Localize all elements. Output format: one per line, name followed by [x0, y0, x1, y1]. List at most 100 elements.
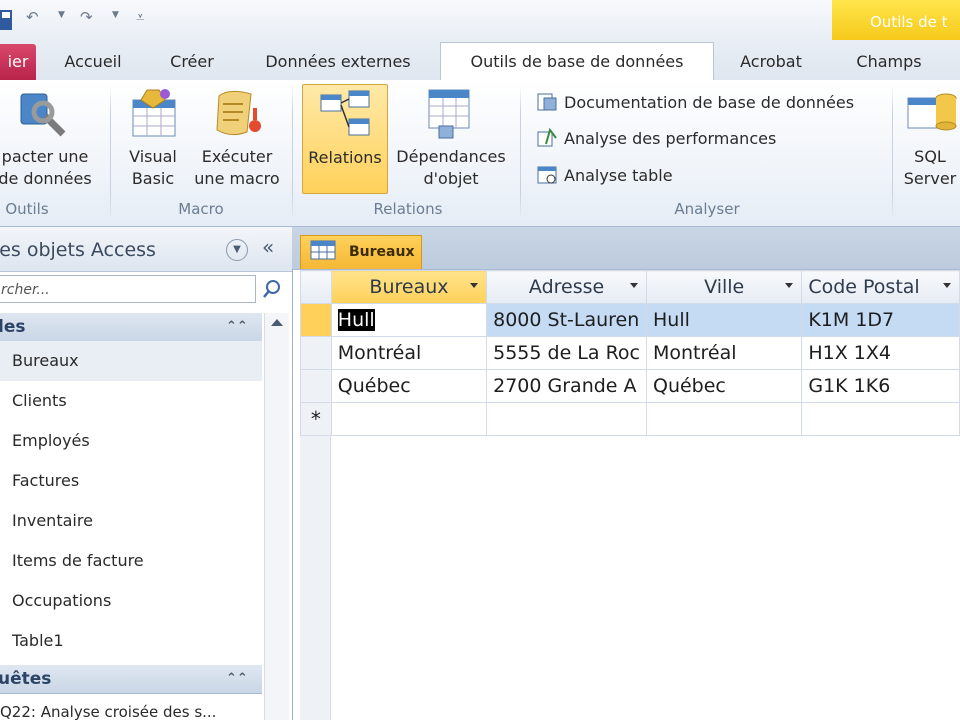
tab-database-tools[interactable]: Outils de base de données — [440, 42, 714, 82]
table-cell[interactable]: G1K 1K6 — [801, 369, 960, 403]
tab-acrobat[interactable]: Acrobat — [730, 48, 812, 80]
redo-dropdown-icon[interactable]: ▼ — [112, 10, 119, 20]
dropdown-arrow-icon[interactable] — [470, 283, 479, 288]
collapse-section-icon[interactable]: ⌃⌃ — [226, 313, 248, 341]
nav-item-query[interactable]: Q22: Analyse croisée des s... — [0, 703, 216, 721]
table-cell[interactable]: 5555 de La Roc — [486, 336, 647, 370]
nav-section-tables[interactable]: les ⌃⌃ — [0, 313, 262, 342]
group-separator — [892, 86, 893, 220]
collapse-pane-icon[interactable]: « — [262, 235, 274, 259]
header-row: Bureaux Adresse Ville Code Postal — [300, 270, 960, 304]
group-label-relations: Relations — [373, 200, 443, 218]
table-cell[interactable] — [801, 402, 960, 436]
context-tab-header[interactable]: Outils de t — [832, 0, 960, 40]
search-input[interactable]: rcher... — [0, 275, 256, 303]
analyze-table-button[interactable]: Analyse table — [536, 163, 673, 189]
table-cell[interactable] — [645, 402, 803, 436]
table-cell[interactable]: 2700 Grande A — [486, 369, 647, 403]
dropdown-arrow-icon[interactable] — [943, 283, 951, 288]
table-icon — [310, 240, 336, 260]
table-cell[interactable]: H1X 1X4 — [801, 336, 960, 370]
row-selector-column — [300, 436, 331, 720]
group-label-macro: Macro — [178, 200, 224, 218]
table-cell[interactable]: Québec — [330, 369, 488, 403]
column-header-ville[interactable]: Ville — [645, 270, 803, 304]
nav-item-occupations[interactable]: Occupations — [12, 591, 111, 610]
navigation-pane-title[interactable]: s les objets Access — [0, 239, 156, 261]
chevron-down-icon[interactable]: ▼ — [226, 239, 248, 261]
collapse-section-icon[interactable]: ⌃⌃ — [226, 665, 248, 693]
datasheet-grid: Bureaux Adresse Ville Code Postal Hull 8… — [300, 270, 960, 436]
object-dependencies-icon — [423, 86, 479, 142]
table-row[interactable]: Montréal 5555 de La Roc Montréal H1X 1X4 — [300, 336, 960, 370]
customize-qat-icon[interactable]: ⩡ — [136, 8, 144, 26]
column-header-adresse[interactable]: Adresse — [486, 270, 647, 304]
tab-home[interactable]: Accueil — [58, 48, 128, 80]
select-all-corner[interactable] — [300, 270, 332, 304]
dropdown-arrow-icon[interactable] — [785, 283, 794, 288]
table-cell[interactable]: Montréal — [330, 336, 488, 370]
object-dependencies-button[interactable]: Dépendances d'objet — [392, 84, 510, 190]
nav-item-inventaire[interactable]: Inventaire — [12, 511, 93, 530]
table-row[interactable]: Hull 8000 St-Lauren Hull K1M 1D7 — [300, 303, 960, 337]
performance-icon — [537, 127, 557, 146]
tab-fields[interactable]: Champs — [842, 48, 936, 80]
visual-basic-button[interactable]: Visual Basic — [118, 84, 188, 190]
nav-scrollbar[interactable] — [264, 313, 289, 720]
navigation-pane-header[interactable]: s les objets Access ▼ « — [0, 227, 292, 272]
table-cell[interactable]: Hull — [330, 303, 488, 337]
relationships-icon — [317, 87, 373, 143]
new-record-marker[interactable]: * — [300, 402, 332, 436]
table-cell[interactable]: Hull — [645, 303, 803, 337]
nav-item-bureaux[interactable]: Bureaux — [12, 351, 79, 370]
title-bar: ↶ ▼ ↷ ▼ ⩡ — [0, 0, 960, 40]
run-macro-icon — [209, 86, 265, 142]
scroll-up-icon[interactable] — [271, 319, 283, 326]
table-row[interactable]: Québec 2700 Grande A Québec G1K 1K6 — [300, 369, 960, 403]
ribbon: pacter une de données Outils Visual Basi… — [0, 80, 960, 227]
database-documenter-button[interactable]: Documentation de base de données — [536, 90, 854, 116]
redo-icon[interactable]: ↷ — [80, 8, 93, 26]
tab-create[interactable]: Créer — [160, 48, 224, 80]
tab-external-data[interactable]: Données externes — [254, 48, 422, 80]
group-separator — [292, 86, 293, 220]
group-separator — [110, 86, 111, 220]
row-selector[interactable] — [300, 336, 332, 370]
nav-item-factures[interactable]: Factures — [12, 471, 79, 490]
table-cell[interactable]: Québec — [645, 369, 803, 403]
sql-server-icon — [902, 86, 958, 142]
sql-server-button[interactable]: SQL Server — [900, 84, 960, 190]
row-selector[interactable] — [300, 303, 332, 337]
nav-item-clients[interactable]: Clients — [12, 391, 67, 410]
nav-item-employes[interactable]: Employés — [12, 431, 90, 450]
undo-icon[interactable]: ↶ — [26, 8, 39, 26]
tab-file[interactable]: ier — [0, 44, 36, 80]
visual-basic-icon — [125, 86, 181, 142]
nav-section-queries[interactable]: uêtes ⌃⌃ — [0, 665, 262, 694]
navigation-pane: s les objets Access ▼ « rcher... les ⌃⌃ … — [0, 227, 293, 721]
table-cell[interactable]: Montréal — [645, 336, 803, 370]
analyze-performance-button[interactable]: Analyse des performances — [536, 126, 776, 152]
row-selector[interactable] — [300, 369, 332, 403]
run-macro-button[interactable]: Exécuter une macro — [190, 84, 284, 190]
table-cell[interactable]: 8000 St-Lauren — [486, 303, 647, 337]
table-analyzer-icon — [537, 166, 557, 183]
nav-item-items-de-facture[interactable]: Items de facture — [12, 551, 144, 570]
column-header-bureaux[interactable]: Bureaux — [330, 270, 488, 304]
table-cell[interactable] — [486, 402, 647, 436]
relationships-button[interactable]: Relations — [302, 84, 388, 194]
group-label-outils: Outils — [5, 200, 49, 218]
datasheet: Bureaux Adresse Ville Code Postal Hull 8… — [300, 270, 960, 720]
column-header-code-postal[interactable]: Code Postal — [801, 270, 960, 304]
compact-repair-button[interactable]: pacter une de données — [0, 84, 100, 190]
save-icon[interactable] — [0, 10, 14, 32]
table-cell[interactable] — [330, 402, 488, 436]
dropdown-arrow-icon[interactable] — [630, 283, 638, 288]
search-icon[interactable] — [262, 279, 282, 299]
new-record-row[interactable]: * — [300, 402, 960, 436]
nav-item-table1[interactable]: Table1 — [12, 631, 64, 650]
undo-dropdown-icon[interactable]: ▼ — [58, 10, 65, 20]
documenter-icon — [537, 93, 557, 110]
group-separator — [520, 86, 521, 220]
table-cell[interactable]: K1M 1D7 — [801, 303, 960, 337]
